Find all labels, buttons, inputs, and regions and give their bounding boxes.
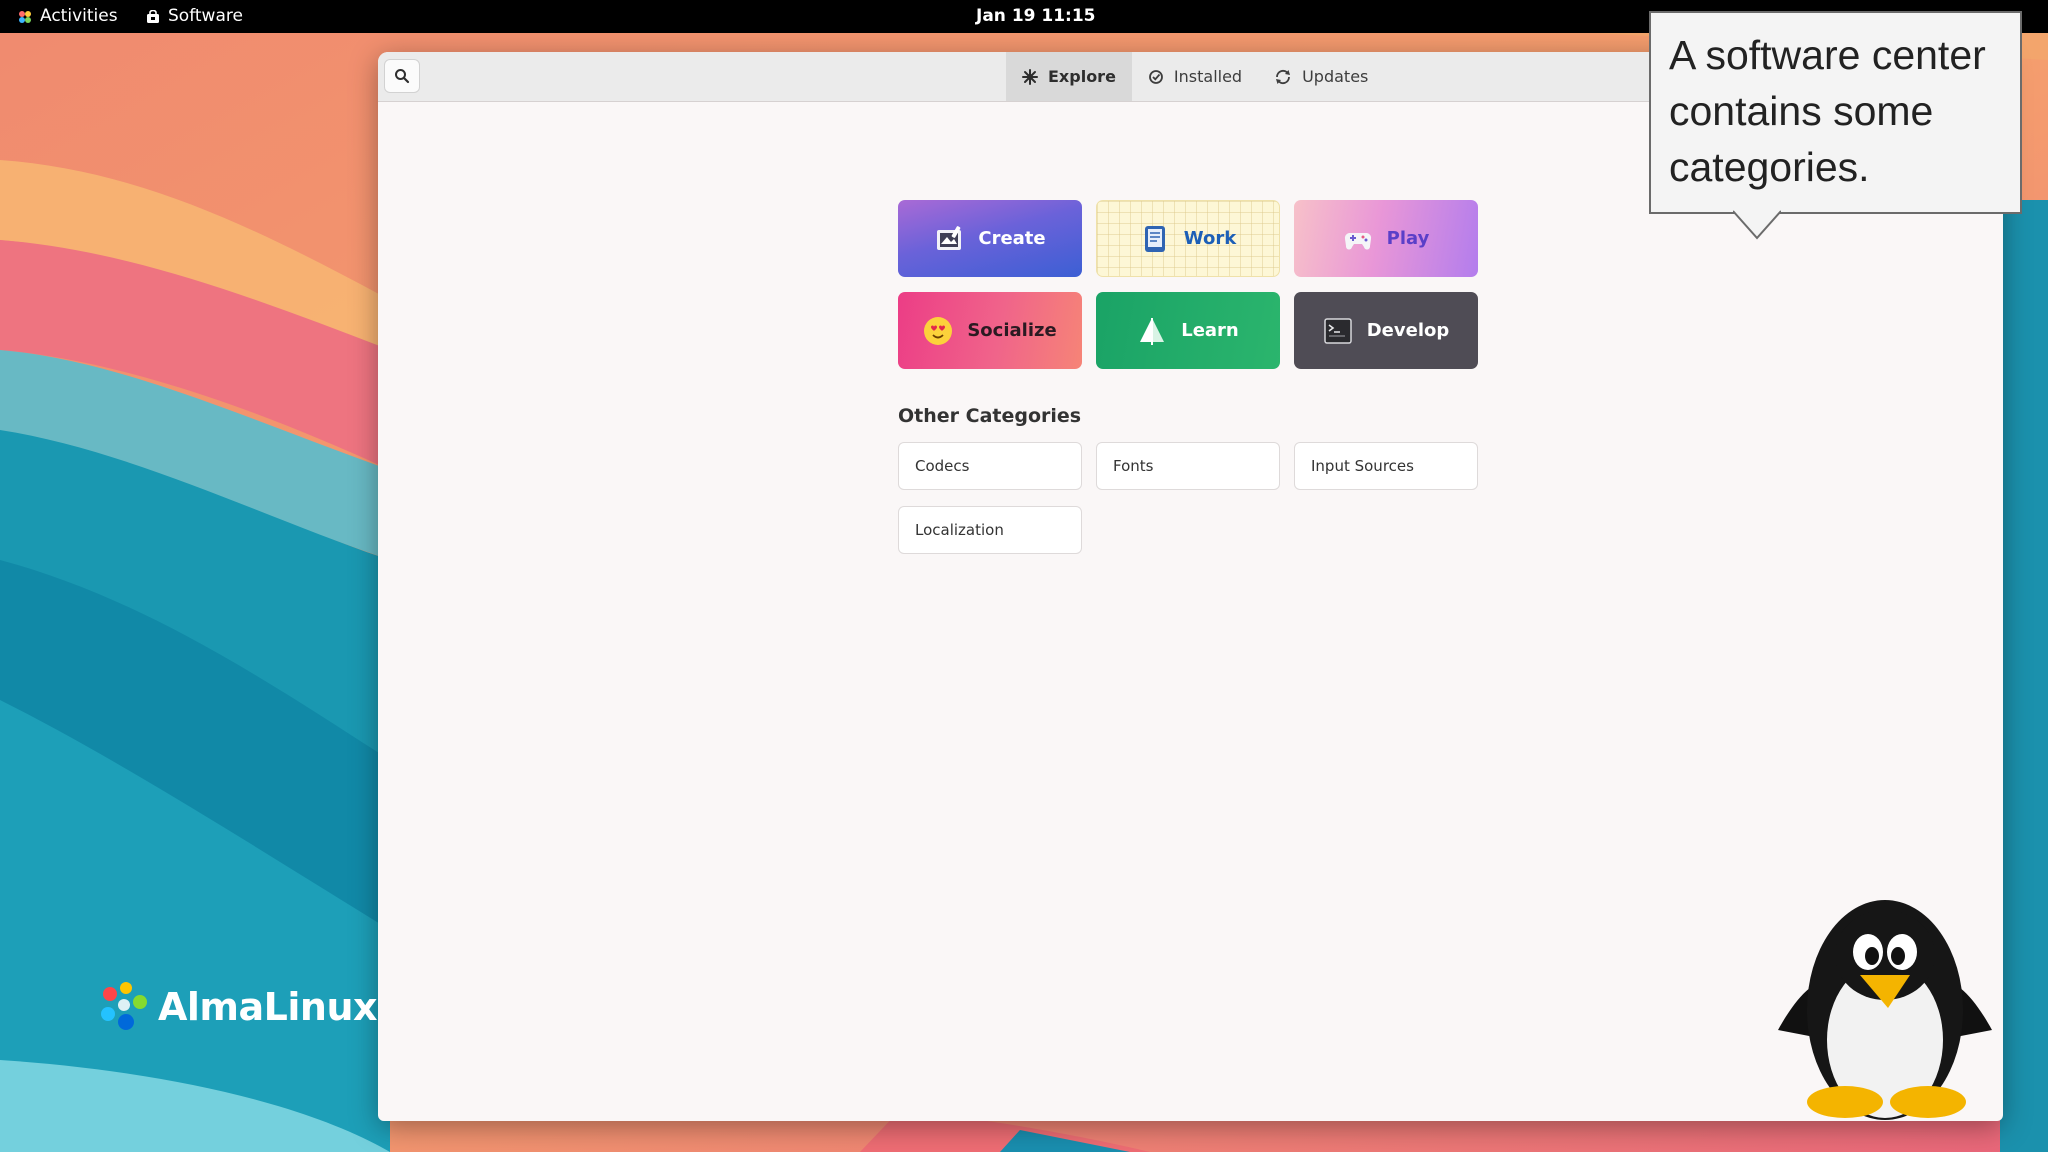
tab-installed[interactable]: Installed [1132,52,1258,101]
app-menu-button[interactable]: Software [146,0,243,33]
activities-button[interactable]: Activities [18,0,118,33]
work-icon [1144,225,1165,252]
explore-icon [1022,68,1038,85]
almalinux-small-icon [19,10,31,23]
almalinux-logo-text: AlmaLinux [158,985,378,1029]
clock-label: Jan 19 11:15 [976,6,1096,26]
other-category-fonts[interactable]: Fonts [1096,442,1280,490]
other-category-label: Input Sources [1311,457,1414,475]
almalinux-logo: AlmaLinux [96,980,378,1034]
view-switcher: Explore Installed Updates [1006,52,1384,101]
callout-pointer [1733,210,1781,240]
category-create[interactable]: Create [898,200,1082,277]
other-category-label: Fonts [1113,457,1154,475]
other-category-localization[interactable]: Localization [898,506,1082,554]
category-develop-label: Develop [1366,320,1450,341]
search-button[interactable] [384,59,420,93]
gamepad-icon [1344,232,1371,250]
app-menu-label: Software [168,6,243,26]
other-categories-title: Other Categories [898,405,1082,427]
annotation-callout-text: A software center contains some categori… [1669,32,1986,190]
annotation-callout: A software center contains some categori… [1649,11,2022,214]
category-learn[interactable]: Learn [1096,292,1280,369]
category-learn-label: Learn [1181,320,1239,341]
updates-refresh-icon [1276,69,1291,84]
search-icon [395,69,410,84]
category-develop[interactable]: Develop [1294,292,1478,369]
activities-label: Activities [40,6,118,26]
tab-updates[interactable]: Updates [1258,52,1384,101]
category-work-label: Work [1183,228,1237,249]
category-socialize-label: Socialize [967,320,1057,341]
category-work[interactable]: Work [1096,200,1280,277]
tux-penguin-illustration [1778,900,1992,1120]
other-category-label: Localization [915,521,1004,539]
tab-explore-label: Explore [1048,67,1116,86]
other-category-codecs[interactable]: Codecs [898,442,1082,490]
terminal-icon [1323,317,1352,344]
software-bag-icon [147,9,159,23]
category-socialize[interactable]: Socialize [898,292,1082,369]
create-icon [937,225,962,250]
tab-updates-label: Updates [1302,67,1369,86]
clock[interactable]: Jan 19 11:15 [976,0,1096,33]
tab-installed-label: Installed [1173,67,1243,86]
category-play[interactable]: Play [1294,200,1478,277]
installed-check-icon [1149,69,1163,84]
other-category-input-sources[interactable]: Input Sources [1294,442,1478,490]
emoji-icon [924,316,953,345]
tab-explore[interactable]: Explore [1006,52,1132,101]
category-play-label: Play [1386,228,1430,249]
almalinux-logo-icon [101,982,147,1030]
category-create-label: Create [978,228,1046,249]
sail-icon [1140,317,1165,345]
other-category-label: Codecs [915,457,970,475]
